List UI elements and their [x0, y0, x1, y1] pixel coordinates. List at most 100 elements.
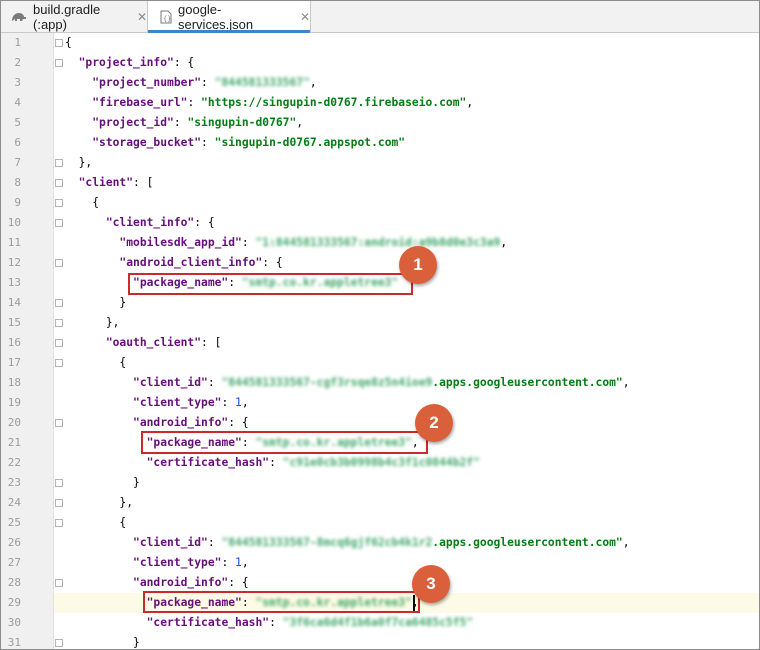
tab-google-services-json[interactable]: {} google-services.json ✕ [147, 1, 311, 33]
line-number: 6 [14, 136, 21, 149]
code-text[interactable]: "client_type": 1, [65, 393, 249, 413]
line-number: 8 [14, 176, 21, 189]
line-number: 26 [7, 536, 21, 549]
fold-marker-icon[interactable] [55, 499, 63, 508]
code-line[interactable]: 19 "client_type": 1, [1, 393, 759, 413]
fold-marker-icon[interactable] [55, 159, 63, 168]
code-text[interactable]: "client_info": { [65, 213, 215, 233]
code-line[interactable]: 8 "client": [ [1, 173, 759, 193]
fold-marker-icon[interactable] [55, 639, 63, 648]
line-number: 22 [7, 456, 21, 469]
code-line[interactable]: 14 } [1, 293, 759, 313]
line-number: 13 [7, 276, 21, 289]
line-number: 30 [7, 616, 21, 629]
code-text[interactable]: }, [65, 153, 93, 173]
code-text[interactable]: "project_number": "844581333567", [65, 73, 316, 93]
code-line[interactable]: 2 "project_info": { [1, 53, 759, 73]
fold-marker-icon[interactable] [55, 339, 63, 348]
code-line[interactable]: 6 "storage_bucket": "singupin-d0767.apps… [1, 133, 759, 153]
code-text[interactable]: "client": [ [65, 173, 154, 193]
tab-label: build.gradle (:app) [33, 1, 101, 32]
code-text[interactable]: "firebase_url": "https://singupin-d0767.… [65, 93, 473, 113]
fold-marker-icon[interactable] [55, 179, 63, 188]
line-number: 19 [7, 396, 21, 409]
close-icon[interactable]: ✕ [137, 10, 147, 24]
callout-badge-3: 3 [412, 565, 450, 603]
line-number: 4 [14, 96, 21, 109]
code-line[interactable]: 23 } [1, 473, 759, 493]
code-line[interactable]: 27 "client_type": 1, [1, 553, 759, 573]
code-line[interactable]: 18 "client_id": "844581333567-cgf3rsqe8z… [1, 373, 759, 393]
code-line[interactable]: 12 "android_client_info": { [1, 253, 759, 273]
code-line[interactable]: 17 { [1, 353, 759, 373]
code-line[interactable]: 10 "client_info": { [1, 213, 759, 233]
code-line[interactable]: 1{ [1, 33, 759, 53]
text-cursor [413, 595, 415, 611]
line-number: 20 [7, 416, 21, 429]
tab-label: google-services.json [178, 1, 254, 32]
code-line[interactable]: 20 "android_info": { [1, 413, 759, 433]
fold-marker-icon[interactable] [55, 359, 63, 368]
tab-build-gradle[interactable]: build.gradle (:app) ✕ [1, 1, 147, 32]
editor-tab-bar: build.gradle (:app) ✕ {} google-services… [1, 1, 759, 33]
code-text[interactable]: { [65, 33, 72, 53]
close-icon[interactable]: ✕ [300, 10, 310, 24]
fold-marker-icon[interactable] [55, 299, 63, 308]
code-text[interactable]: "project_info": { [65, 53, 195, 73]
code-line[interactable]: 16 "oauth_client": [ [1, 333, 759, 353]
code-line[interactable]: 3 "project_number": "844581333567", [1, 73, 759, 93]
code-text[interactable]: } [65, 633, 140, 649]
json-file-icon: {} [160, 10, 172, 24]
fold-marker-icon[interactable] [55, 219, 63, 228]
fold-marker-icon[interactable] [55, 199, 63, 208]
code-line[interactable]: 24 }, [1, 493, 759, 513]
code-line[interactable]: 28 "android_info": { [1, 573, 759, 593]
code-text[interactable]: "android_info": { [65, 573, 249, 593]
code-text[interactable]: "certificate_hash": "3f6ca6d4f1b6a0f7ca6… [65, 613, 473, 633]
code-line[interactable]: 22 "certificate_hash": "c91e0cb3b0998b4c… [1, 453, 759, 473]
code-editor[interactable]: 1{2 "project_info": {3 "project_number":… [1, 33, 759, 649]
line-number: 31 [7, 636, 21, 649]
fold-marker-icon[interactable] [55, 519, 63, 528]
code-text[interactable]: "oauth_client": [ [65, 333, 222, 353]
code-line[interactable]: 31 } [1, 633, 759, 649]
gradle-icon [11, 11, 27, 23]
code-text[interactable]: "project_id": "singupin-d0767", [65, 113, 303, 133]
code-text[interactable]: }, [65, 493, 133, 513]
fold-marker-icon[interactable] [55, 39, 63, 48]
code-text[interactable]: "client_type": 1, [65, 553, 249, 573]
code-line[interactable]: 9 { [1, 193, 759, 213]
code-text[interactable]: } [65, 473, 140, 493]
code-text[interactable]: "storage_bucket": "singupin-d0767.appspo… [65, 133, 405, 153]
code-line[interactable]: 25 { [1, 513, 759, 533]
fold-marker-icon[interactable] [55, 259, 63, 268]
code-line[interactable]: 11 "mobilesdk_app_id": "1:844581333567:a… [1, 233, 759, 253]
code-text[interactable]: { [65, 353, 126, 373]
fold-marker-icon[interactable] [55, 579, 63, 588]
code-text[interactable]: "android_client_info": { [65, 253, 282, 273]
callout-badge-2: 2 [415, 404, 453, 442]
code-text[interactable]: "client_id": "844581333567-cgf3rsqe8z5n4… [65, 373, 630, 393]
code-line[interactable]: 7 }, [1, 153, 759, 173]
package-name-highlight-2 [141, 431, 428, 454]
code-line[interactable]: 30 "certificate_hash": "3f6ca6d4f1b6a0f7… [1, 613, 759, 633]
code-text[interactable]: "certificate_hash": "c91e0cb3b0998b4c3f1… [65, 453, 480, 473]
code-line[interactable]: 4 "firebase_url": "https://singupin-d076… [1, 93, 759, 113]
code-line[interactable]: 15 }, [1, 313, 759, 333]
line-number: 5 [14, 116, 21, 129]
code-text[interactable]: { [65, 193, 99, 213]
code-text[interactable]: "client_id": "844581333567-8mcq6gjf62cb4… [65, 533, 630, 553]
code-text[interactable]: "android_info": { [65, 413, 249, 433]
line-number: 1 [14, 36, 21, 49]
fold-marker-icon[interactable] [55, 419, 63, 428]
code-text[interactable]: }, [65, 313, 120, 333]
fold-marker-icon[interactable] [55, 59, 63, 68]
code-text[interactable]: } [65, 293, 126, 313]
fold-marker-icon[interactable] [55, 479, 63, 488]
line-number: 3 [14, 76, 21, 89]
code-line[interactable]: 26 "client_id": "844581333567-8mcq6gjf62… [1, 533, 759, 553]
fold-marker-icon[interactable] [55, 319, 63, 328]
code-text[interactable]: "mobilesdk_app_id": "1:844581333567:andr… [65, 233, 507, 253]
code-line[interactable]: 5 "project_id": "singupin-d0767", [1, 113, 759, 133]
code-text[interactable]: { [65, 513, 126, 533]
